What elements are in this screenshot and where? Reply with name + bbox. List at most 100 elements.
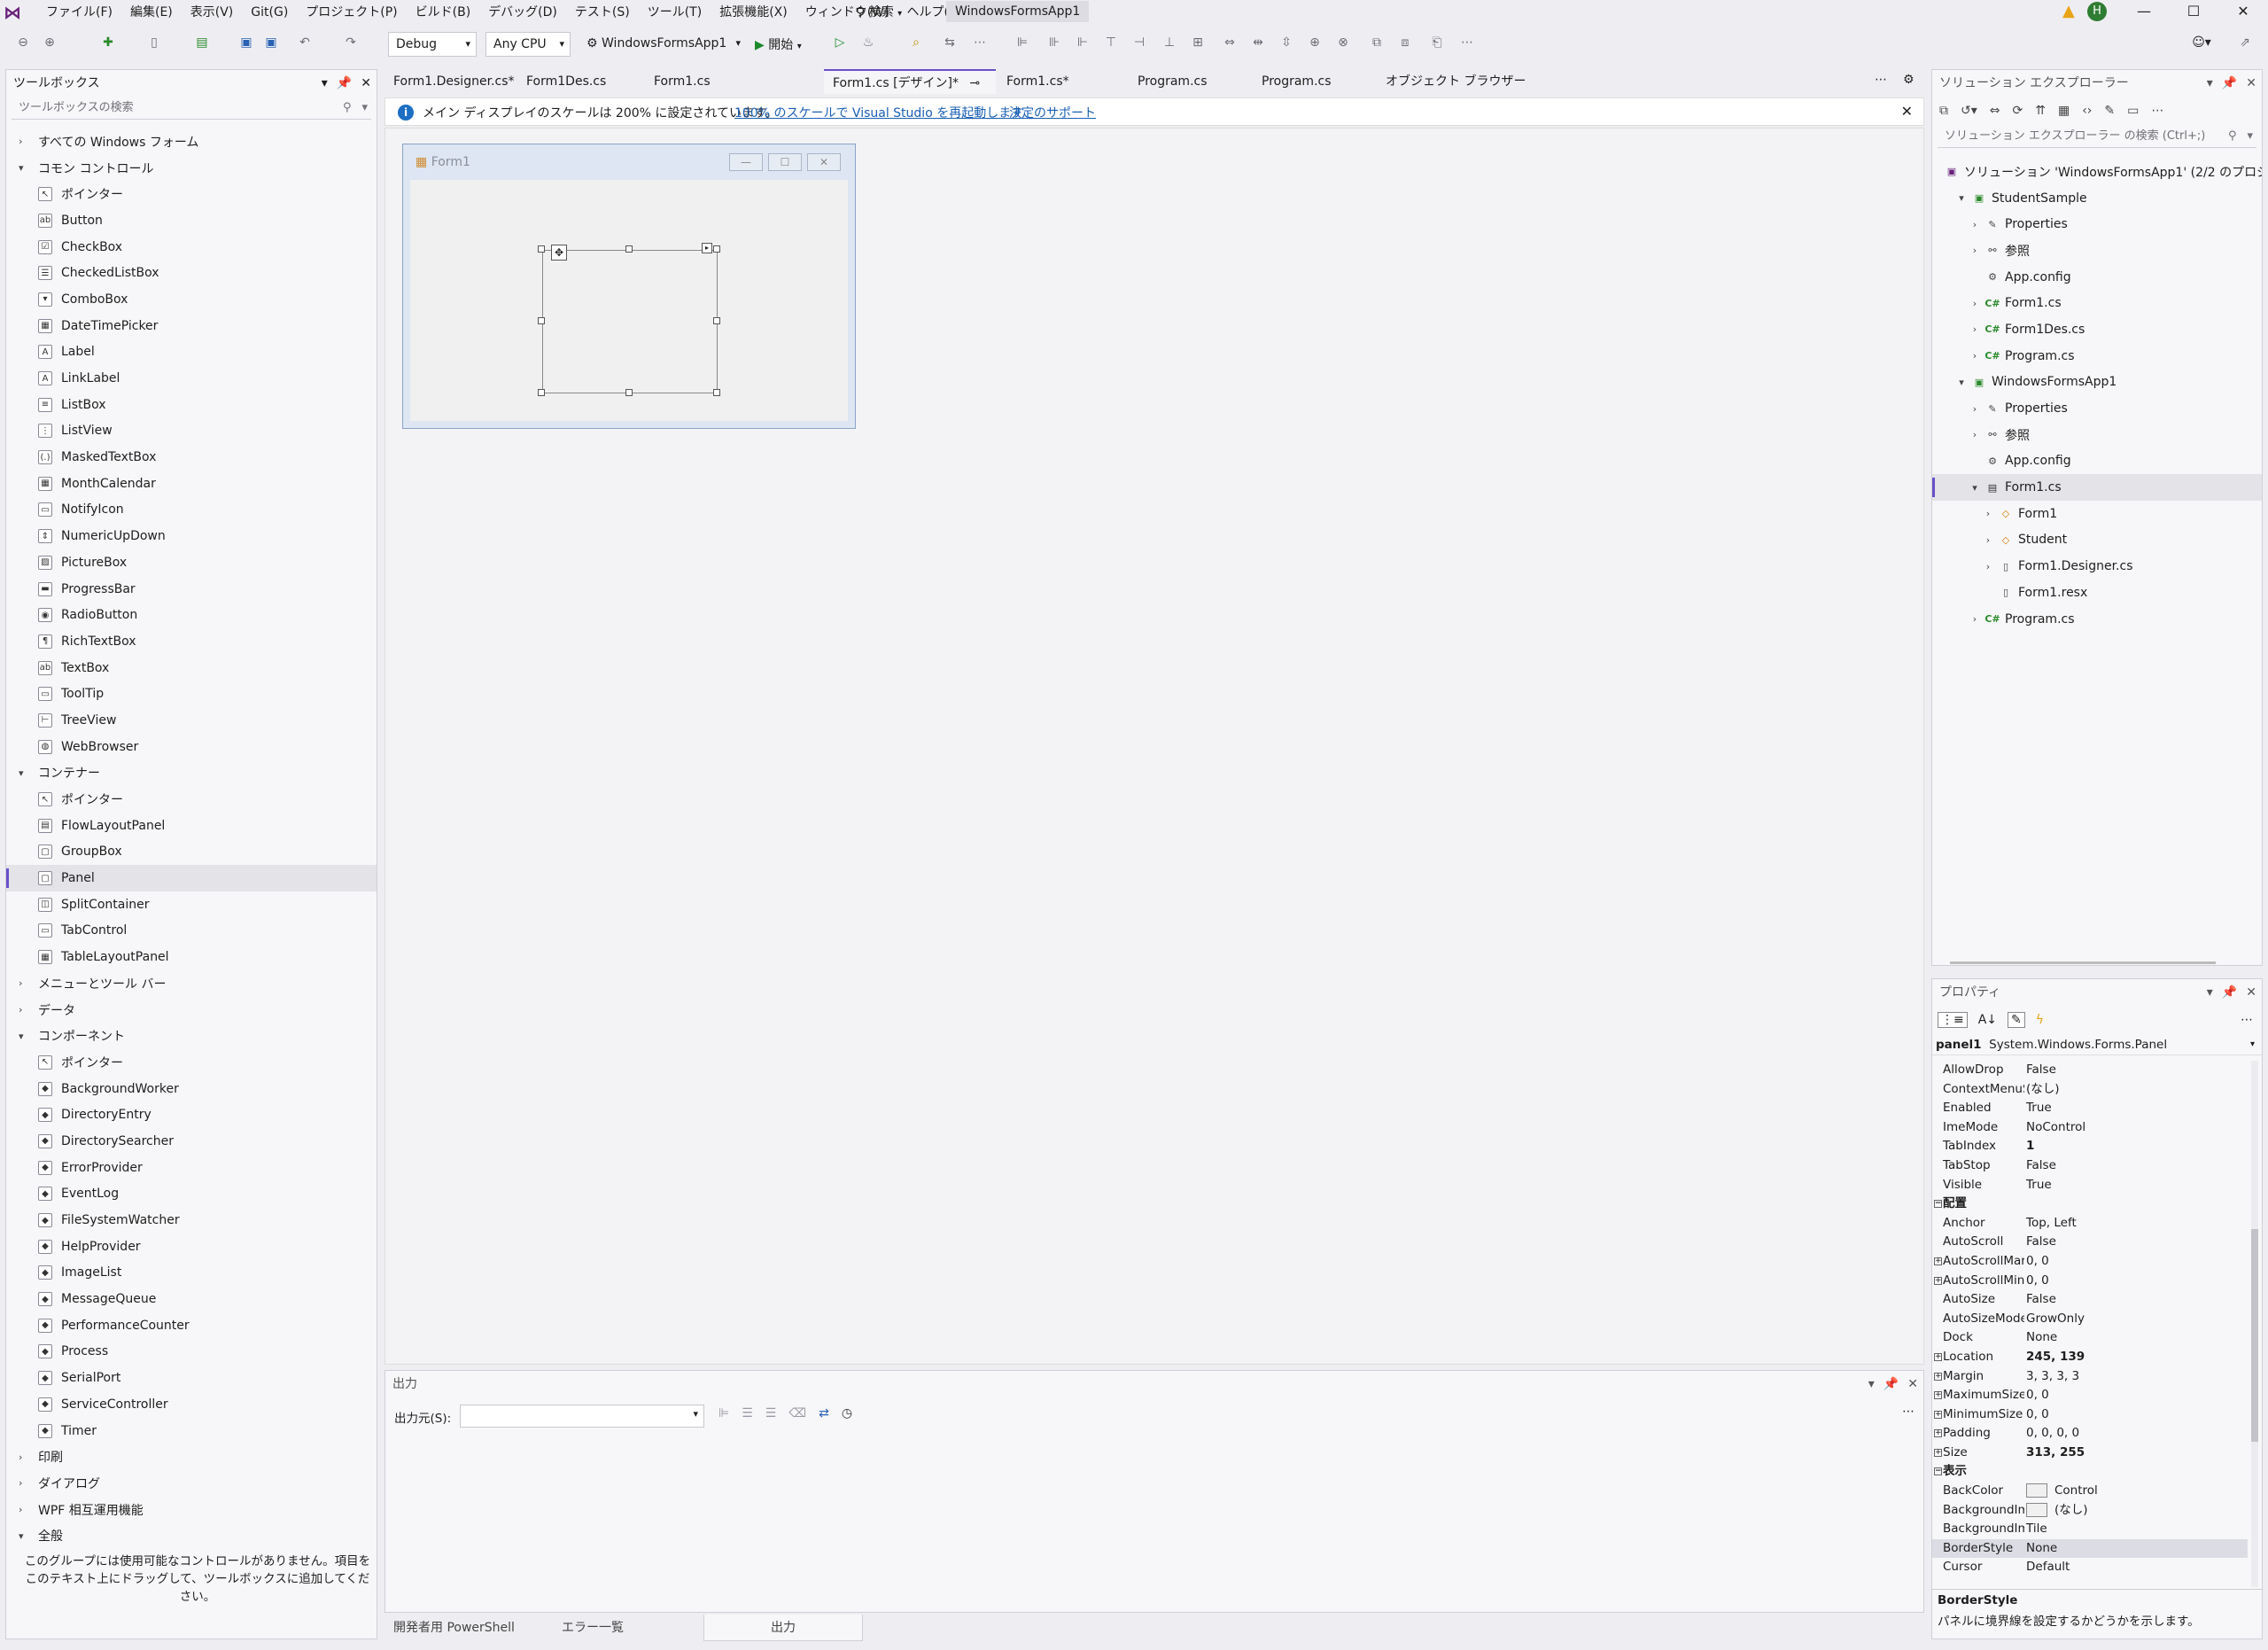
toolbox-item[interactable]: ◆ ErrorProvider xyxy=(6,1155,377,1181)
property-value[interactable]: False xyxy=(2024,1233,2248,1252)
doc-tab[interactable]: Form1.cs [デザイン]* ⊸ ✕ xyxy=(824,69,996,115)
property-value[interactable]: GrowOnly xyxy=(2024,1310,2248,1329)
chevron-right-icon[interactable]: › xyxy=(1968,403,1982,415)
property-row[interactable]: Enabled True xyxy=(1932,1099,2248,1118)
vertical-scrollbar[interactable] xyxy=(2251,1061,2258,1587)
property-row[interactable]: TabStop False xyxy=(1932,1156,2248,1176)
toolbox-group[interactable]: › データ xyxy=(6,997,377,1023)
property-row[interactable]: BorderStyle None xyxy=(1932,1538,2248,1559)
restart-100-percent-link[interactable]: 100% のスケールで Visual Studio を再起動します xyxy=(734,104,1023,121)
tree-node[interactable]: › C# Program.cs xyxy=(1932,606,2262,633)
tree-node[interactable]: ▾ ▣ StudentSample xyxy=(1932,185,2262,212)
doc-tab[interactable]: Form1Des.cs xyxy=(517,69,643,94)
expand-icon[interactable]: + xyxy=(1934,1448,1942,1457)
doc-tab[interactable]: Form1.Designer.cs* xyxy=(384,69,516,94)
toolbox-group[interactable]: ▾ コンポーネント xyxy=(6,1023,377,1049)
horizontal-spacing-icon[interactable]: ⇹ xyxy=(1249,35,1267,53)
toolbox-group[interactable]: ▾ コモン コントロール xyxy=(6,155,377,182)
menu-item[interactable]: ファイル(F) xyxy=(37,4,121,21)
property-row[interactable]: BackColor Control xyxy=(1932,1482,2248,1501)
chevron-right-icon[interactable]: › xyxy=(1981,561,1995,572)
property-row[interactable]: + MaximumSize 0, 0 xyxy=(1932,1386,2248,1405)
timestamp-icon[interactable]: ◷ xyxy=(842,1406,852,1420)
menu-item[interactable]: 表示(V) xyxy=(182,4,243,21)
property-value[interactable]: Tile xyxy=(2024,1520,2248,1539)
chevron-down-icon[interactable]: ▾ xyxy=(1954,192,1969,204)
property-row[interactable]: ContextMenuSt(なし) xyxy=(1932,1080,2248,1100)
show-all-files-icon[interactable]: ▦ xyxy=(2058,104,2070,118)
property-row[interactable]: AllowDrop False xyxy=(1932,1061,2248,1080)
property-value[interactable]: False xyxy=(2024,1061,2248,1080)
search-icon[interactable]: ⚲ xyxy=(2228,125,2237,148)
chevron-right-icon[interactable]: › xyxy=(1968,298,1982,309)
property-value[interactable]: 313, 255 xyxy=(2024,1444,2248,1463)
expand-icon[interactable]: + xyxy=(1934,1391,1942,1400)
expand-icon[interactable]: + xyxy=(1934,1352,1942,1361)
start-without-debug-icon[interactable]: ▷ xyxy=(831,35,849,53)
toolbox-item[interactable]: ▢ Panel xyxy=(6,865,377,891)
toolbox-item[interactable]: ab TextBox xyxy=(6,655,377,681)
align-middles-icon[interactable]: ⊣ xyxy=(1130,35,1148,53)
toolbox-item[interactable]: ◆ DirectorySearcher xyxy=(6,1128,377,1155)
menu-item[interactable]: Git(G) xyxy=(242,4,297,21)
save-all-icon[interactable]: ▣ xyxy=(262,35,280,53)
resize-handle[interactable] xyxy=(538,317,545,324)
tree-node[interactable]: ▯ Form1.resx xyxy=(1932,580,2262,606)
previous-message-icon[interactable]: ☰ xyxy=(742,1406,753,1420)
solution-search-input[interactable]: ソリューション エクスプローラー の検索 (Ctrl+;) ⚲ ▾ xyxy=(1938,125,2256,148)
doc-tab[interactable]: Program.cs xyxy=(1129,69,1251,94)
code-icon[interactable]: ‹› xyxy=(2082,104,2092,118)
search-icon[interactable]: ⚲ xyxy=(343,97,352,120)
toolbox-search-input[interactable]: ツールボックスの検索 ⚲ ▾ xyxy=(12,97,371,120)
toolbox-item[interactable]: ◆ BackgroundWorker xyxy=(6,1076,377,1102)
toolbox-item[interactable]: ¶ RichTextBox xyxy=(6,628,377,655)
tree-node[interactable]: › ⚯ 参照 xyxy=(1932,237,2262,264)
property-value[interactable]: NoControl xyxy=(2024,1118,2248,1138)
pin-icon[interactable]: 📌 xyxy=(1884,1371,1899,1397)
property-value[interactable]: 245, 139 xyxy=(2024,1348,2248,1367)
dropdown-icon[interactable]: ▾ xyxy=(1868,1371,1875,1397)
forward-icon[interactable]: ⊕ xyxy=(41,35,58,53)
close-icon[interactable]: ✕ xyxy=(2218,0,2268,23)
make-same-size-icon[interactable]: ⇔ xyxy=(1221,35,1239,53)
events-icon[interactable]: ϟ xyxy=(2036,1013,2044,1027)
close-icon[interactable]: ✕ xyxy=(2246,979,2256,1006)
collapse-icon[interactable]: − xyxy=(1934,1200,1942,1209)
center-vertically-icon[interactable]: ⊗ xyxy=(1334,35,1352,53)
toolbox-item[interactable]: ◆ FileSystemWatcher xyxy=(6,1207,377,1234)
toolbox-item[interactable]: ▬ ProgressBar xyxy=(6,576,377,603)
start-button[interactable]: ▶ 開始 ▾ xyxy=(755,35,802,53)
resize-handle[interactable] xyxy=(713,389,720,396)
property-value[interactable]: (なし) xyxy=(2024,1501,2248,1521)
align-tops-icon[interactable]: ⊤ xyxy=(1102,35,1120,53)
chevron-down-icon[interactable]: ▾ xyxy=(361,97,368,120)
tree-node[interactable]: › ▯ Form1.Designer.cs xyxy=(1932,553,2262,580)
property-value[interactable]: Default xyxy=(2024,1558,2248,1577)
property-row[interactable]: + Size 313, 255 xyxy=(1932,1444,2248,1463)
property-row[interactable]: + Padding 0, 0, 0, 0 xyxy=(1932,1424,2248,1444)
toolbox-item[interactable]: ◆ EventLog xyxy=(6,1181,377,1208)
collapse-all-icon[interactable]: ⇈ xyxy=(2035,104,2046,118)
vertical-spacing-icon[interactable]: ⇳ xyxy=(1278,35,1295,53)
more-icon[interactable]: ⋯ xyxy=(2151,104,2163,118)
chevron-right-icon[interactable]: › xyxy=(1968,245,1982,256)
toolbox-item[interactable]: ▭ NotifyIcon xyxy=(6,497,377,524)
doc-tab[interactable]: Program.cs xyxy=(1253,69,1375,94)
resize-handle[interactable] xyxy=(625,389,633,396)
property-row[interactable]: Visible True xyxy=(1932,1176,2248,1195)
toolbox-group[interactable]: ▾ 全般 xyxy=(6,1522,377,1549)
new-project-icon[interactable]: ✚ xyxy=(99,35,117,53)
toolbox-item[interactable]: ⊢ TreeView xyxy=(6,707,377,734)
property-value[interactable]: False xyxy=(2024,1290,2248,1310)
bottom-tab[interactable]: エラー一覧 xyxy=(553,1615,695,1641)
property-row[interactable]: + Location 245, 139 xyxy=(1932,1348,2248,1367)
property-row[interactable]: Anchor Top, Left xyxy=(1932,1214,2248,1234)
property-value[interactable]: Top, Left xyxy=(2024,1214,2248,1234)
tree-node[interactable]: › ◇ Form1 xyxy=(1932,501,2262,527)
tree-node[interactable]: ▾ ▣ WindowsFormsApp1 xyxy=(1932,370,2262,396)
alphabetical-icon[interactable]: A↓ xyxy=(1978,1013,1997,1027)
toolbox-item[interactable]: ▾ ComboBox xyxy=(6,286,377,313)
toolbox-item[interactable]: ◆ HelpProvider xyxy=(6,1234,377,1260)
toolbox-item[interactable]: ☑ CheckBox xyxy=(6,234,377,261)
toolbox-item[interactable]: A Label xyxy=(6,339,377,366)
